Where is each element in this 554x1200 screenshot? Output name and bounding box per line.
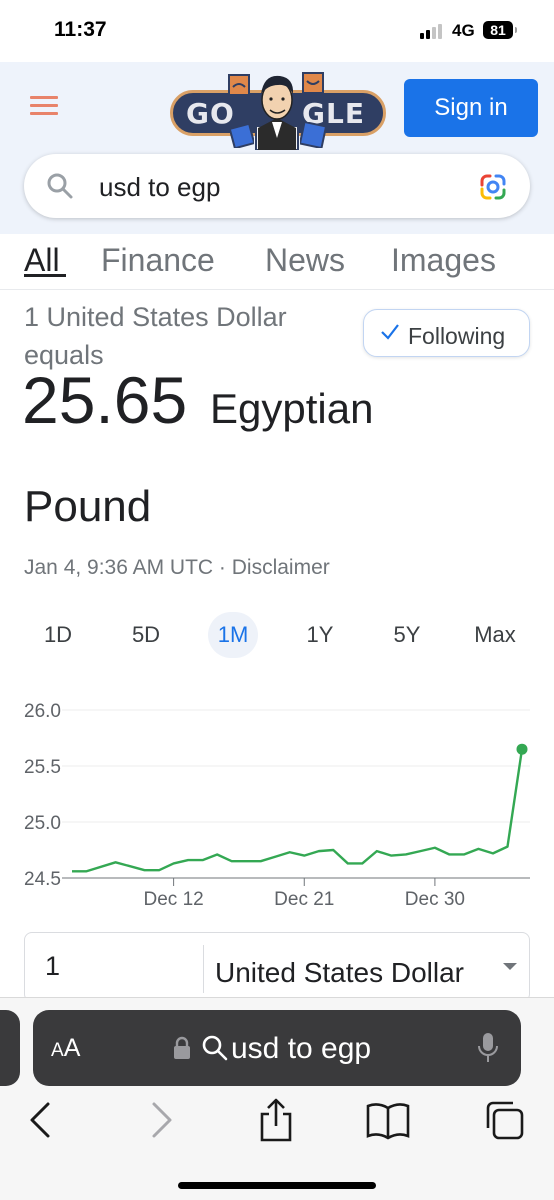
search-icon <box>47 173 73 199</box>
range-5y-button[interactable]: 5Y <box>382 612 432 658</box>
doodle-portrait-icon <box>255 75 299 150</box>
doodle-decoration-icon <box>228 74 250 96</box>
range-1d-button[interactable]: 1D <box>33 612 83 658</box>
x-tick-label: Dec 21 <box>274 889 334 910</box>
doodle-decoration-icon <box>300 122 326 148</box>
rate-timestamp: Jan 4, 9:36 AM UTC · Disclaimer <box>24 556 330 579</box>
search-icon <box>202 1035 228 1061</box>
x-tick-label: Dec 30 <box>405 889 465 910</box>
forward-icon[interactable] <box>138 1098 182 1142</box>
home-indicator <box>178 1182 376 1189</box>
previous-tab-preview[interactable] <box>0 1010 20 1086</box>
dropdown-arrow-icon[interactable] <box>503 963 517 970</box>
y-tick-label: 26.0 <box>24 701 61 722</box>
range-max-button[interactable]: Max <box>470 612 520 658</box>
search-tabs: All Finance News Images <box>0 234 554 290</box>
currency-converter: 1 United States Dollar <box>24 932 530 1002</box>
search-input[interactable]: usd to egp <box>99 172 220 203</box>
range-1y-button[interactable]: 1Y <box>295 612 345 658</box>
y-tick-label: 25.5 <box>24 757 61 778</box>
converter-divider <box>203 945 204 993</box>
status-bar: 11:37 4G 81 <box>0 0 554 62</box>
rate-series-line <box>72 749 524 873</box>
tabs-icon[interactable] <box>482 1098 526 1142</box>
target-currency-name-line2: Pound <box>24 482 152 531</box>
y-tick-label: 24.5 <box>24 869 61 890</box>
lock-icon <box>174 1036 190 1059</box>
following-button[interactable]: Following <box>363 309 530 357</box>
y-tick-label: 25.0 <box>24 813 61 834</box>
amount-input[interactable]: 1 <box>45 951 60 982</box>
target-currency-name-line1: Egyptian <box>210 385 374 432</box>
search-box[interactable]: usd to egp <box>24 154 530 218</box>
aa-small: A <box>51 1040 64 1061</box>
exchange-rate-chart[interactable]: 26.0 25.5 25.0 24.5 Dec 12 Dec 21 Dec 30 <box>0 690 554 920</box>
following-label: Following <box>408 323 506 349</box>
battery-icon: 81 <box>483 21 517 39</box>
microphone-icon[interactable] <box>477 1032 499 1064</box>
signal-strength-icon <box>420 23 446 39</box>
checkmark-icon <box>381 324 399 340</box>
reader-options-button[interactable]: AA <box>51 1034 80 1063</box>
sign-in-button[interactable]: Sign in <box>404 79 538 137</box>
active-tab-indicator <box>24 274 66 277</box>
currency-select[interactable]: United States Dollar <box>215 957 464 989</box>
tab-images[interactable]: Images <box>391 242 496 279</box>
google-lens-icon[interactable] <box>478 172 508 202</box>
address-text: usd to egp <box>231 1032 372 1065</box>
menu-icon[interactable] <box>30 96 58 116</box>
doodle-text-left: GO <box>186 97 235 130</box>
tab-finance[interactable]: Finance <box>101 242 215 279</box>
status-time: 11:37 <box>54 18 107 41</box>
exchange-rate-value: 25.65 <box>22 363 188 437</box>
doodle-decoration-icon <box>230 124 254 148</box>
address-bar[interactable]: AA usd to egp <box>33 1010 521 1086</box>
back-icon[interactable] <box>20 1098 64 1142</box>
browser-toolbar: AA usd to egp <box>0 997 554 1200</box>
x-tick-label: Dec 12 <box>144 889 204 910</box>
google-header: GO GLE Sign in usd to egp <box>0 62 554 234</box>
tab-news[interactable]: News <box>265 242 345 279</box>
latest-rate-point <box>516 743 528 755</box>
share-icon[interactable] <box>254 1098 298 1142</box>
aa-large: A <box>63 1034 81 1062</box>
range-5d-button[interactable]: 5D <box>121 612 171 658</box>
google-doodle-logo[interactable]: GO GLE <box>170 62 386 154</box>
doodle-decoration-icon <box>302 72 324 94</box>
network-type: 4G <box>452 21 475 40</box>
range-1m-button[interactable]: 1M <box>208 612 258 658</box>
bookmarks-icon[interactable] <box>366 1098 410 1142</box>
